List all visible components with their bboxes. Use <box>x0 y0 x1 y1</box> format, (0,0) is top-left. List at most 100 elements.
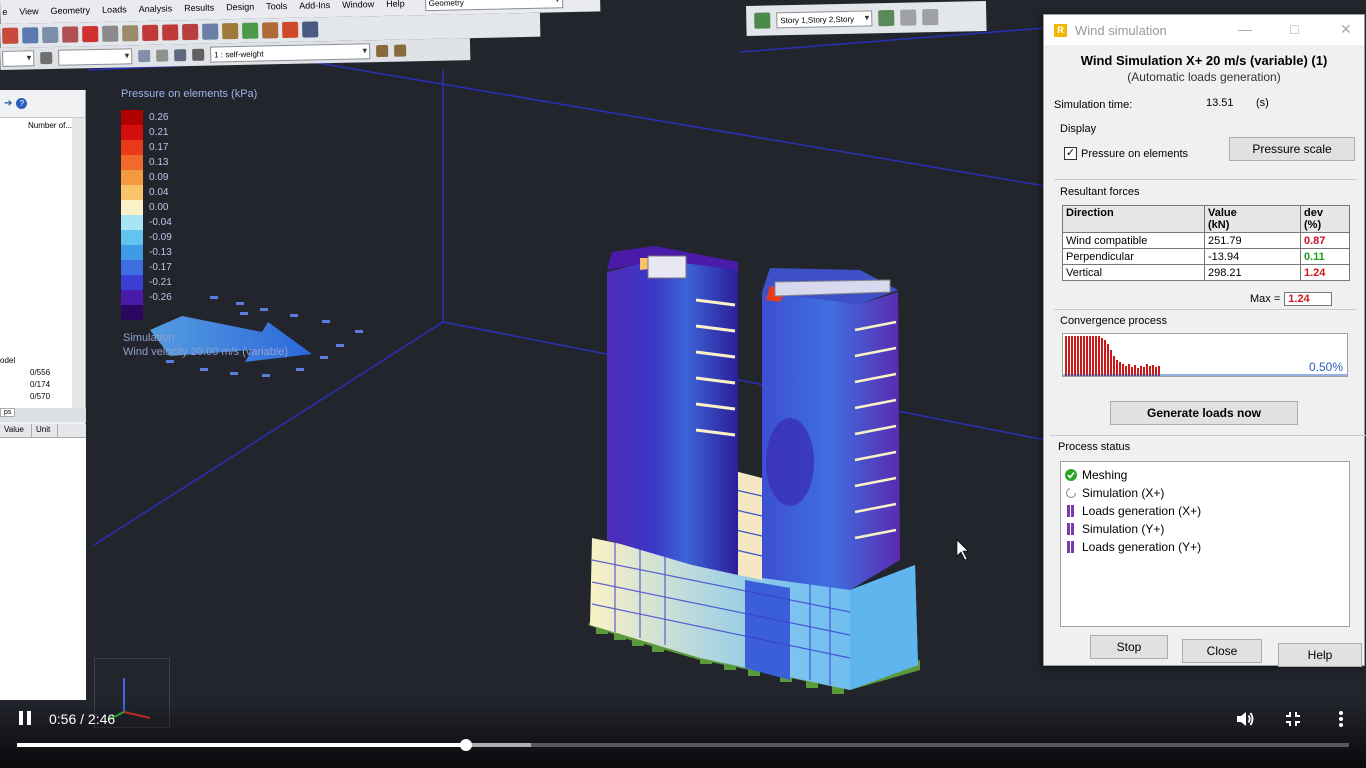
column-header: Value (kN) <box>1204 205 1301 233</box>
menu-item-help[interactable]: Help <box>386 0 405 9</box>
close-button[interactable]: Close <box>1182 639 1262 663</box>
dialog-title: Wind simulation <box>1075 22 1167 38</box>
story-down-icon[interactable] <box>900 9 917 26</box>
menu-item-window[interactable]: Window <box>342 0 374 10</box>
load-case-combo[interactable]: 1 : self-weight <box>210 43 371 63</box>
selection-combo[interactable] <box>58 48 133 66</box>
legend-swatch <box>121 230 143 245</box>
process-item-label: Loads generation (Y+) <box>1082 540 1202 554</box>
menu-item-analysis[interactable]: Analysis <box>139 3 173 14</box>
legend-value: 0.00 <box>149 202 169 213</box>
close-icon[interactable]: ✕ <box>1340 21 1352 38</box>
pin-icon[interactable]: ➔ <box>4 98 12 109</box>
pressure-checkbox[interactable]: ✓ <box>1064 147 1077 160</box>
scrubber-handle[interactable] <box>459 739 472 751</box>
simulation-label: Simulation <box>123 332 175 344</box>
pause-icon[interactable] <box>18 710 32 726</box>
filter-icon[interactable] <box>138 49 151 63</box>
progress-bar[interactable] <box>17 739 1349 751</box>
print-icon[interactable] <box>62 26 79 43</box>
deviation-cell: 0.11 <box>1300 248 1350 265</box>
more-options-icon[interactable] <box>1331 709 1351 729</box>
inspector-toolbar: ➔ ? <box>0 90 85 118</box>
stop-button[interactable]: Stop <box>1090 635 1168 659</box>
story-all-icon[interactable] <box>922 8 939 26</box>
load-icon[interactable] <box>376 44 389 58</box>
generate-loads-button[interactable]: Generate loads now <box>1110 401 1298 425</box>
exit-fullscreen-icon[interactable] <box>1283 709 1303 729</box>
lock-icon[interactable] <box>156 49 169 62</box>
legend-row: -0.04 <box>121 215 257 230</box>
tab-properties[interactable]: ps <box>0 408 16 417</box>
layout-icon[interactable] <box>302 21 319 38</box>
legend-row: -0.26 <box>121 290 257 305</box>
menu-item-file[interactable]: e <box>2 7 7 17</box>
property-grid[interactable]: Value Unit <box>0 424 86 700</box>
object-tree[interactable]: Number of... odel 0/556 0/174 0/570 <box>0 118 72 408</box>
process-status-label: Process status <box>1058 441 1131 453</box>
dialog-titlebar[interactable]: R Wind simulation — □ ✕ <box>1044 15 1364 45</box>
menu-item-tools[interactable]: Tools <box>266 1 287 11</box>
units-combo[interactable] <box>2 50 35 67</box>
open-icon[interactable] <box>22 27 39 44</box>
story-icon[interactable] <box>754 12 771 29</box>
process-item: Simulation (X+) <box>1061 484 1349 502</box>
legend-value: 0.21 <box>149 127 169 138</box>
maximize-icon[interactable]: □ <box>1290 21 1298 37</box>
convergence-bar <box>1074 336 1076 376</box>
legend-value: 0.04 <box>149 187 169 198</box>
pressure-scale-button[interactable]: Pressure scale <box>1229 137 1355 161</box>
help-icon[interactable]: ? <box>16 98 28 109</box>
value-cell: 298.21 <box>1204 264 1301 281</box>
volume-icon[interactable] <box>1235 709 1255 729</box>
delete-icon[interactable] <box>82 25 99 43</box>
sim-time-value: 13.51 <box>1206 97 1234 109</box>
menu-item-geometry[interactable]: Geometry <box>51 5 91 16</box>
save-icon[interactable] <box>42 26 59 44</box>
process-status-list: Meshing Simulation (X+) Loads generation (… <box>1060 461 1350 627</box>
menu-item-view[interactable]: View <box>19 6 39 16</box>
value-cell: -13.94 <box>1204 248 1301 265</box>
menu-item-loads[interactable]: Loads <box>102 4 127 15</box>
convergence-bar <box>1116 360 1118 376</box>
convergence-percent: 0.50% <box>1308 360 1343 374</box>
tree-scrollbar[interactable] <box>72 118 84 408</box>
settings-icon[interactable] <box>222 23 239 40</box>
pointer-icon[interactable] <box>40 51 53 65</box>
undo-icon[interactable] <box>142 24 159 42</box>
legend-value: -0.21 <box>149 277 172 288</box>
wind-simulation-dialog: R Wind simulation — □ ✕ Wind Simulation … <box>1043 14 1366 667</box>
convergence-bar <box>1128 364 1130 376</box>
table-icon[interactable] <box>182 23 199 41</box>
menu-item-add-ins[interactable]: Add-Ins <box>299 0 330 11</box>
minimize-icon[interactable]: — <box>1238 21 1252 37</box>
convergence-bar <box>1101 338 1103 376</box>
convergence-bar <box>1095 336 1097 376</box>
structure-icon[interactable] <box>262 22 279 39</box>
layout-combo[interactable]: Geometry <box>424 0 563 12</box>
new-icon[interactable] <box>2 27 19 44</box>
story-combo[interactable]: Story 1,Story 2,Story <box>776 10 873 29</box>
menu-item-results[interactable]: Results <box>184 3 214 14</box>
resultant-forces-table: Direction Value (kN) dev (%) Wind compat… <box>1062 205 1350 281</box>
legend-row: -0.13 <box>121 245 257 260</box>
direction-cell: Wind compatible <box>1062 232 1205 249</box>
redo-icon[interactable] <box>162 24 179 41</box>
menu-item-design[interactable]: Design <box>226 2 254 13</box>
max-deviation-row: Max = 1.24 <box>1250 292 1333 306</box>
home-icon[interactable] <box>174 49 187 62</box>
load-edit-icon[interactable] <box>394 44 407 57</box>
help-button[interactable]: Help <box>1278 643 1362 667</box>
copy-icon[interactable] <box>102 25 119 42</box>
pressure-checkbox-row[interactable]: ✓ Pressure on elements <box>1064 147 1188 160</box>
convergence-bars <box>1063 336 1347 376</box>
snap-icon[interactable] <box>242 22 259 39</box>
legend-swatch <box>121 170 143 185</box>
display-group-label: Display <box>1060 123 1097 135</box>
story-up-icon[interactable] <box>878 9 895 27</box>
grid-icon[interactable] <box>192 48 205 61</box>
convergence-bar <box>1086 336 1088 376</box>
paste-icon[interactable] <box>122 25 139 42</box>
zoom-icon[interactable] <box>202 23 219 40</box>
tools-icon[interactable] <box>282 21 299 39</box>
